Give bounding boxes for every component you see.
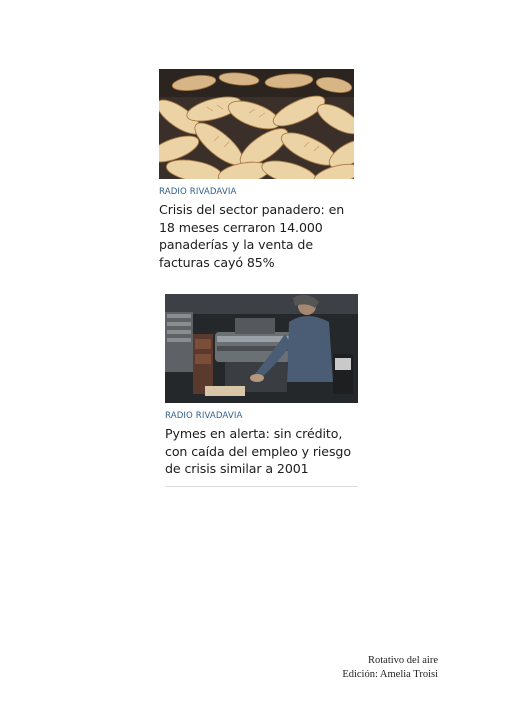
- footer-section-title: Rotativo del aire: [368, 655, 438, 666]
- page-footer: Rotativo del aire Edición: Amelia Troisi: [342, 654, 438, 682]
- article-headline[interactable]: Crisis del sector panadero: en 18 meses …: [159, 201, 359, 271]
- article-headline[interactable]: Pymes en alerta: sin crédito, con caída …: [165, 425, 365, 478]
- bread-photo[interactable]: [159, 69, 354, 179]
- article-card-bakery-crisis[interactable]: RADIO RIVADAVIA Crisis del sector panade…: [159, 69, 354, 271]
- footer-editor-credit: Edición: Amelia Troisi: [342, 669, 438, 680]
- article-source: RADIO RIVADAVIA: [165, 411, 243, 421]
- article-source: RADIO RIVADAVIA: [159, 187, 237, 197]
- factory-worker-photo[interactable]: [165, 294, 358, 403]
- article-divider: [165, 486, 358, 487]
- article-card-pymes-alert[interactable]: RADIO RIVADAVIA Pymes en alerta: sin cré…: [165, 294, 358, 478]
